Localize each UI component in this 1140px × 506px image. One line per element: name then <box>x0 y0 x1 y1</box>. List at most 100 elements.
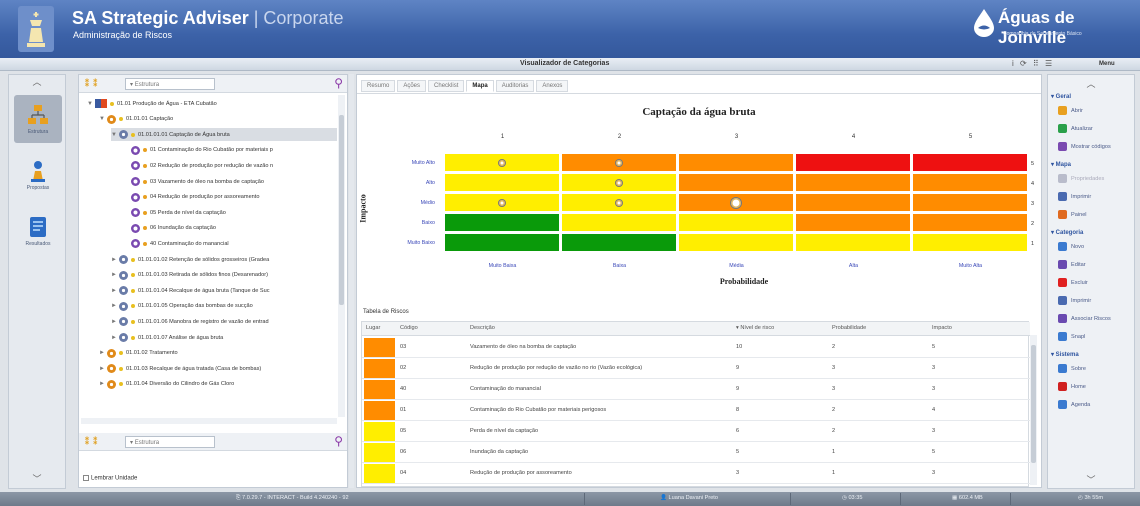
nav-item-estrutura[interactable]: Estrutura <box>14 95 62 143</box>
risk-cell[interactable] <box>561 173 677 192</box>
risk-cell[interactable] <box>444 193 560 212</box>
risk-cell[interactable] <box>561 193 677 212</box>
risk-cell[interactable] <box>444 153 560 172</box>
risk-cell[interactable] <box>912 213 1028 232</box>
column-header[interactable]: Impacto <box>932 325 952 331</box>
risk-marker-icon[interactable] <box>615 158 623 167</box>
column-header[interactable]: Lugar <box>366 325 380 331</box>
tree-node[interactable]: 04 Redução de produção por assoreamento <box>123 191 337 204</box>
panel-splitter[interactable] <box>349 74 354 488</box>
tree-expand-arrow-icon[interactable]: ► <box>111 257 119 263</box>
table-row[interactable]: 01 Contaminação do Rio Cubatão por materi… <box>362 400 1030 421</box>
column-header[interactable]: Descrição <box>470 325 495 331</box>
tree-expand-arrow-icon[interactable]: ► <box>111 319 119 325</box>
menu-section-0[interactable]: ▾ Geral <box>1051 93 1071 100</box>
tree-node[interactable]: ► 01.01.01.04 Recalque de água bruta (Tan… <box>111 284 337 297</box>
tab-aes[interactable]: Ações <box>397 80 427 92</box>
tree-node[interactable]: ► 01.01.01.07 Análise de água bruta <box>111 331 337 344</box>
risk-cell[interactable] <box>795 193 911 212</box>
tab-mapa[interactable]: Mapa <box>466 80 494 92</box>
tree-scrollbar[interactable] <box>338 95 345 417</box>
tree-node[interactable]: ► 01.01.01.05 Operação das bombas de sucç… <box>111 300 337 313</box>
table-row[interactable]: 04 Redução de produção por assoreamento 3 1… <box>362 463 1030 484</box>
tree-node[interactable]: 02 Redução de produção por redução de va… <box>123 159 337 172</box>
tree-node[interactable]: ► 01.01.01.03 Retirada de sólidos finos (… <box>111 269 337 282</box>
menu-item-associarriscos[interactable]: Associar Riscos <box>1058 313 1111 324</box>
menu-item-mostrarcdigos[interactable]: Mostrar códigos <box>1058 141 1111 152</box>
menu-section-1[interactable]: ▾ Mapa <box>1051 161 1071 168</box>
risk-cell[interactable] <box>444 233 560 252</box>
menu-scroll-up-icon[interactable]: ︿ <box>1048 77 1134 90</box>
nav-item-resultados[interactable]: Resultados <box>14 207 62 255</box>
risk-cell[interactable] <box>561 213 677 232</box>
risk-marker-icon[interactable] <box>498 158 506 167</box>
search-icon[interactable]: ⚲ <box>334 434 343 448</box>
tree-node[interactable]: 06 Inundação da captação <box>123 222 337 235</box>
tree-expand-arrow-icon[interactable]: ▼ <box>99 116 107 122</box>
tree-node[interactable]: 05 Perda de nível da captação <box>123 206 337 219</box>
menu-item-excluir[interactable]: Excluir <box>1058 277 1088 288</box>
menu-item-home[interactable]: Home <box>1058 381 1086 392</box>
menu-item-agenda[interactable]: Agenda <box>1058 399 1090 410</box>
tree-node[interactable]: ► 01.01.01.02 Retenção de sólidos grossei… <box>111 253 337 266</box>
menu-label[interactable]: Menu <box>1099 61 1115 67</box>
expand-collapse-icon[interactable]: ⁑ ⁑ <box>85 437 98 446</box>
risk-cell[interactable] <box>912 233 1028 252</box>
tab-anexos[interactable]: Anexos <box>536 80 569 92</box>
menu-item-editar[interactable]: Editar <box>1058 259 1086 270</box>
nav-scroll-down-icon[interactable]: ﹀ <box>9 472 65 486</box>
toolbar-tools-icons[interactable]: i ⟳ ⠿ ☰ <box>1012 59 1054 68</box>
column-header[interactable]: ▾ Nível de risco <box>736 325 774 331</box>
tree-expand-arrow-icon[interactable]: ► <box>111 335 119 341</box>
tree-expand-arrow-icon[interactable]: ► <box>99 366 107 372</box>
table-scrollbar[interactable] <box>1030 335 1037 485</box>
risk-cell[interactable] <box>678 153 794 172</box>
search-icon[interactable]: ⚲ <box>334 76 343 90</box>
risk-cell[interactable] <box>444 213 560 232</box>
tab-auditorias[interactable]: Auditorias <box>495 80 535 92</box>
tree-node[interactable]: ► 01.01.03 Recalque de água tratada (Casa… <box>99 362 337 375</box>
risk-cell[interactable] <box>678 193 794 212</box>
risk-cell[interactable] <box>912 153 1028 172</box>
tree-node[interactable]: ► 01.01.01.06 Manobra de registro de vazã… <box>111 315 337 328</box>
menu-item-snapl[interactable]: Snapl <box>1058 331 1085 342</box>
table-row[interactable]: 05 Perda de nível da captação 6 2 3 <box>362 421 1030 442</box>
table-row[interactable]: 03 Vazamento de óleo na bomba de captação… <box>362 337 1030 358</box>
menu-item-painel[interactable]: Painel <box>1058 209 1087 220</box>
risk-cell[interactable] <box>678 173 794 192</box>
risk-cell[interactable] <box>795 233 911 252</box>
nav-scroll-up-icon[interactable]: ︿ <box>9 75 65 89</box>
risk-cell[interactable] <box>561 233 677 252</box>
menu-section-3[interactable]: ▾ Sistema <box>1051 351 1079 358</box>
column-header[interactable]: Probabilidade <box>832 325 866 331</box>
tree-horizontal-scrollbar[interactable] <box>81 418 337 424</box>
risk-cell[interactable] <box>912 173 1028 192</box>
expand-collapse-icon[interactable]: ⁑ ⁑ <box>85 79 98 88</box>
structure-filter-select[interactable]: ▾ Estrutura <box>125 78 215 90</box>
tree-node[interactable]: 40 Contaminação do manancial <box>123 237 337 250</box>
menu-item-imprimir[interactable]: Imprimir <box>1058 295 1091 306</box>
tree-expand-arrow-icon[interactable]: ► <box>99 381 107 387</box>
table-row[interactable]: 02 Redução de produção por redução de vaz… <box>362 358 1030 379</box>
risk-cell[interactable] <box>678 213 794 232</box>
table-row[interactable]: 40 Contaminação do manancial 9 3 3 <box>362 379 1030 400</box>
risk-cell[interactable] <box>912 193 1028 212</box>
risk-cell[interactable] <box>795 213 911 232</box>
risk-marker-icon[interactable] <box>615 198 623 207</box>
tree-expand-arrow-icon[interactable]: ► <box>111 303 119 309</box>
tree-node[interactable]: 03 Vazamento de óleo na bomba de captaçã… <box>123 175 337 188</box>
risk-cell[interactable] <box>444 173 560 192</box>
table-row[interactable]: 06 Inundação da captação 5 1 5 <box>362 442 1030 463</box>
tree-node[interactable]: 01 Contaminação do Rio Cubatão por mater… <box>123 144 337 157</box>
menu-item-novo[interactable]: Novo <box>1058 241 1084 252</box>
tree-node[interactable]: ▼ 01.01 Produção de Água - ETA Cubatão <box>87 97 337 110</box>
tree-expand-arrow-icon[interactable]: ► <box>99 350 107 356</box>
tree-node[interactable]: ▼ 01.01.01.01 Captação de Água bruta <box>111 128 337 142</box>
risk-marker-icon[interactable] <box>498 198 506 207</box>
tree-expand-arrow-icon[interactable]: ▼ <box>87 101 95 107</box>
risk-cell[interactable] <box>561 153 677 172</box>
tab-checklist[interactable]: Checklist <box>428 80 465 92</box>
risk-cell[interactable] <box>678 233 794 252</box>
risk-marker-icon[interactable] <box>730 196 742 209</box>
tree-node[interactable]: ► 01.01.04 Diversão do Cilindro de Gás Cl… <box>99 378 337 391</box>
